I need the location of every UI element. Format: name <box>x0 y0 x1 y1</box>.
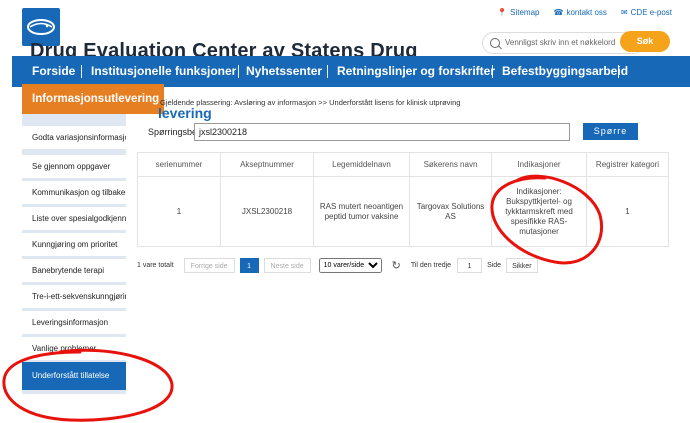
sidebar-item[interactable]: Vanlige problemer <box>22 337 126 360</box>
total-count: 1 vare totalt <box>137 261 174 269</box>
query-button[interactable]: Spørre <box>583 123 638 140</box>
email-link[interactable]: ✉ CDE e-post <box>621 8 672 17</box>
per-page-select[interactable]: 10 varer/side <box>318 257 382 273</box>
search-button[interactable]: Søk <box>620 31 670 52</box>
section-title: levering <box>158 105 212 121</box>
sidebar-item[interactable]: Se gjennom oppgaver <box>22 155 126 178</box>
nav-divider <box>238 65 239 78</box>
table-header-row: serienummer Akseptnummer Legemiddelnavn … <box>137 152 669 177</box>
nav-item-news[interactable]: Nyhetssenter <box>246 56 322 87</box>
nav-divider <box>618 65 619 78</box>
cell-acceptance-number: JXSL2300218 <box>220 176 314 247</box>
mail-icon: ✉ <box>620 8 628 17</box>
sidebar: Godta variasjonsinformasjon Se gjennom o… <box>22 114 126 394</box>
cell-serial: 1 <box>137 176 221 247</box>
sitemap-link[interactable]: 📍 Sitemap <box>497 8 539 17</box>
next-page-button[interactable]: Neste side <box>263 257 311 273</box>
sidebar-item[interactable]: Tre-i-ett-sekvenskunngjøring <box>22 285 126 308</box>
contact-link[interactable]: ☎ kontakt oss <box>554 8 607 17</box>
cell-category: 1 <box>586 176 669 247</box>
cell-indications: Indikasjoner: Bukspyttkjertel- og tykkta… <box>491 176 587 247</box>
nav-item-forside[interactable]: Forside <box>32 56 75 87</box>
tab-information-disclosure[interactable]: Informasjonsutlevering <box>22 84 164 114</box>
sidebar-item[interactable]: Kunngjøring om prioritet <box>22 233 126 256</box>
nav-item-guidelines[interactable]: Retningslinjer og forskrifter <box>337 56 495 87</box>
sidebar-item[interactable]: Liste over spesialgodkjenning <box>22 207 126 230</box>
search-icon <box>490 38 500 48</box>
cell-applicant: Targovax Solutions AS <box>409 176 492 247</box>
location-pin-icon: 📍 <box>497 8 508 17</box>
top-links: 📍 Sitemap ☎ kontakt oss ✉ CDE e-post <box>497 8 672 17</box>
column-header: Akseptnummer <box>220 152 314 177</box>
goto-confirm-button[interactable]: Sikker <box>506 257 538 273</box>
prev-page-button[interactable]: Forrige side <box>183 257 235 273</box>
column-header: Søkerens navn <box>409 152 492 177</box>
column-header: serienummer <box>137 152 221 177</box>
column-header: Legemiddelnavn <box>313 152 410 177</box>
nav-item-building[interactable]: Befestbyggingsarbeid <box>502 56 628 87</box>
cell-drug-name: RAS mutert neoantigen peptid tumor vaksi… <box>313 176 410 247</box>
query-input[interactable]: jxsl2300218 <box>194 123 570 141</box>
nav-divider <box>327 65 328 78</box>
table-row[interactable]: 1 JXSL2300218 RAS mutert neoantigen pept… <box>137 176 669 247</box>
current-page[interactable]: 1 <box>239 257 259 273</box>
main-nav: Forside Institusjonelle funksjoner Nyhet… <box>12 56 690 87</box>
refresh-icon[interactable]: ↻ <box>392 259 401 272</box>
query-label: Spørringsbe <box>148 127 198 137</box>
nav-divider <box>492 65 493 78</box>
page-unit: Side <box>487 261 502 269</box>
pagination: 1 vare totalt Forrige side 1 Neste side … <box>137 257 538 273</box>
sidebar-item-active[interactable]: Underforstått tillatelse <box>22 362 126 390</box>
nav-item-institutional[interactable]: Institusjonelle funksjoner <box>91 56 236 87</box>
sidebar-item[interactable]: Kommunikasjon og tilbakemelding <box>22 181 126 204</box>
sidebar-item[interactable]: Leveringsinformasjon <box>22 311 126 334</box>
nav-divider <box>81 65 82 78</box>
column-header: Registrer kategori <box>586 152 669 177</box>
phone-icon: ☎ <box>553 8 564 17</box>
goto-label: Til den tredje <box>410 261 452 269</box>
results-table: serienummer Akseptnummer Legemiddelnavn … <box>137 152 669 247</box>
search-placeholder: Vennligst skriv inn et nøkkelord <box>505 38 616 47</box>
goto-page-input[interactable]: 1 <box>457 257 483 273</box>
sidebar-item[interactable]: Banebrytende terapi <box>22 259 126 282</box>
sidebar-item[interactable]: Godta variasjonsinformasjon <box>22 126 126 149</box>
column-header: Indikasjoner <box>491 152 587 177</box>
